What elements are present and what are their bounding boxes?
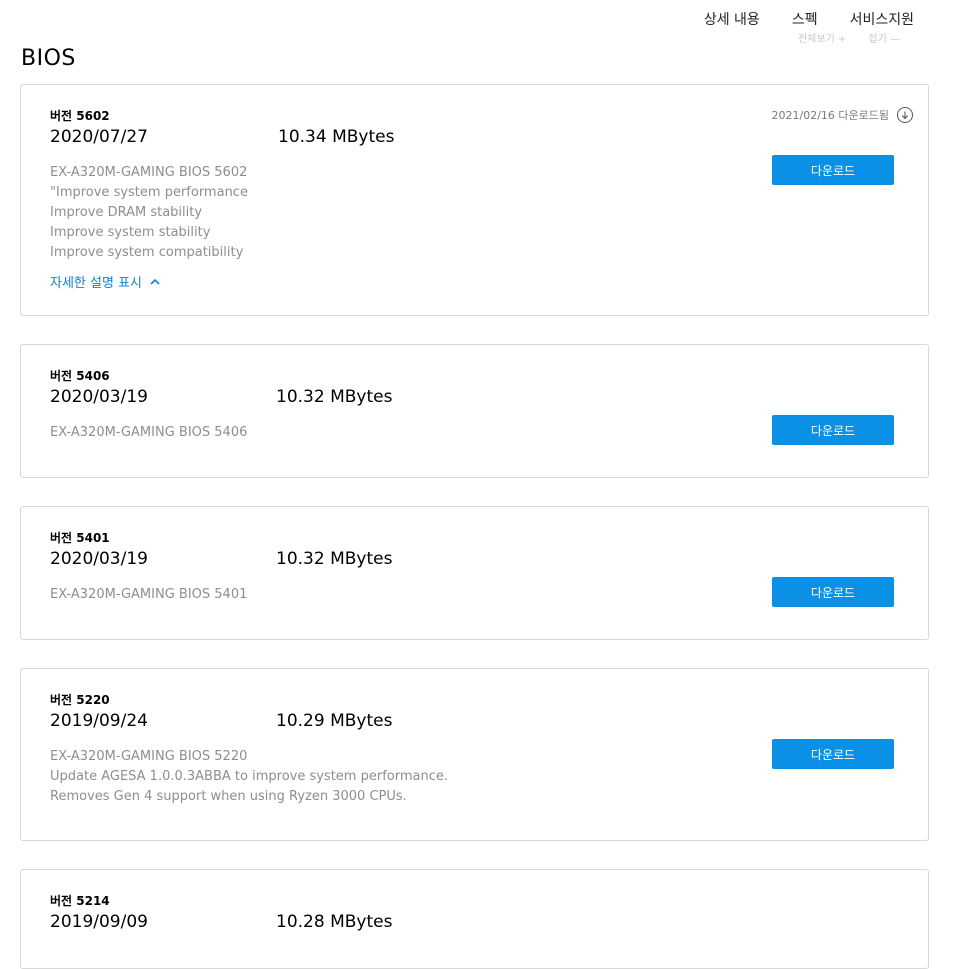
nav-specs-link[interactable]: 스펙 <box>792 9 818 29</box>
file-size: 10.32 MBytes <box>276 549 393 569</box>
description: EX-A320M-GAMING BIOS 5401 <box>50 585 247 605</box>
release-date: 2020/07/27 <box>50 127 148 147</box>
downloaded-date: 2021/02/16 다운로드됨 <box>771 109 890 122</box>
download-button[interactable]: 다운로드 <box>772 415 894 445</box>
download-button[interactable]: 다운로드 <box>772 577 894 607</box>
description-line: Update AGESA 1.0.0.3ABBA to improve syst… <box>50 769 448 784</box>
file-size: 10.28 MBytes <box>276 912 393 932</box>
version-label: 버전 5602 <box>50 109 110 123</box>
description-line: Improve DRAM stability <box>50 205 203 220</box>
release-date: 2019/09/09 <box>50 912 148 932</box>
show-details-toggle[interactable]: 자세한 설명 표시 <box>50 272 160 291</box>
show-details-label: 자세한 설명 표시 <box>50 276 142 291</box>
release-date: 2020/03/19 <box>50 549 148 569</box>
download-status: 2021/02/16 다운로드됨 <box>771 107 913 123</box>
file-size: 10.32 MBytes <box>276 387 393 407</box>
description: EX-A320M-GAMING BIOS 5602 "Improve syste… <box>50 163 248 263</box>
bios-card-5401: 버전 5401 2020/03/19 10.32 MBytes EX-A320M… <box>20 506 929 640</box>
chevron-up-icon <box>150 278 160 285</box>
version-label: 버전 5406 <box>50 369 110 383</box>
nav-support-link[interactable]: 서비스지원 <box>850 9 914 29</box>
collapse-all-control[interactable]: 접기 — <box>868 30 900 45</box>
minus-icon: — <box>889 34 900 45</box>
expand-collapse-controls: 전체보기 + 접기 — <box>798 30 900 45</box>
page-title: BIOS <box>21 46 76 71</box>
description-line: Improve system compatibility <box>50 245 244 260</box>
description-line: EX-A320M-GAMING BIOS 5401 <box>50 587 248 602</box>
description-line: Improve system stability <box>50 225 211 240</box>
nav-details-link[interactable]: 상세 내용 <box>704 9 760 29</box>
description-line: "Improve system performance <box>50 185 248 200</box>
download-button[interactable]: 다운로드 <box>772 739 894 769</box>
bios-card-5220: 버전 5220 2019/09/24 10.29 MBytes EX-A320M… <box>20 668 929 841</box>
description-line: Removes Gen 4 support when using Ryzen 3… <box>50 789 407 804</box>
description: EX-A320M-GAMING BIOS 5220 Update AGESA 1… <box>50 747 448 807</box>
file-size: 10.29 MBytes <box>276 711 393 731</box>
version-label: 버전 5214 <box>50 894 110 908</box>
file-size: 10.34 MBytes <box>278 127 395 147</box>
top-nav: 상세 내용 스펙 서비스지원 <box>704 9 914 29</box>
description-line: EX-A320M-GAMING BIOS 5602 <box>50 165 248 180</box>
bios-card-5602: 버전 5602 2020/07/27 10.34 MBytes 2021/02/… <box>20 84 929 316</box>
download-button[interactable]: 다운로드 <box>772 155 894 185</box>
version-label: 버전 5220 <box>50 693 110 707</box>
release-date: 2019/09/24 <box>50 711 148 731</box>
description-line: EX-A320M-GAMING BIOS 5220 <box>50 749 248 764</box>
version-label: 버전 5401 <box>50 531 110 545</box>
expand-all-control[interactable]: 전체보기 + <box>798 30 846 45</box>
release-date: 2020/03/19 <box>50 387 148 407</box>
plus-icon: + <box>838 34 847 45</box>
bios-card-5214: 버전 5214 2019/09/09 10.28 MBytes <box>20 869 929 969</box>
description-line: EX-A320M-GAMING BIOS 5406 <box>50 425 248 440</box>
bios-card-5406: 버전 5406 2020/03/19 10.32 MBytes EX-A320M… <box>20 344 929 478</box>
download-arrow-icon[interactable] <box>897 107 913 123</box>
description: EX-A320M-GAMING BIOS 5406 <box>50 423 247 443</box>
